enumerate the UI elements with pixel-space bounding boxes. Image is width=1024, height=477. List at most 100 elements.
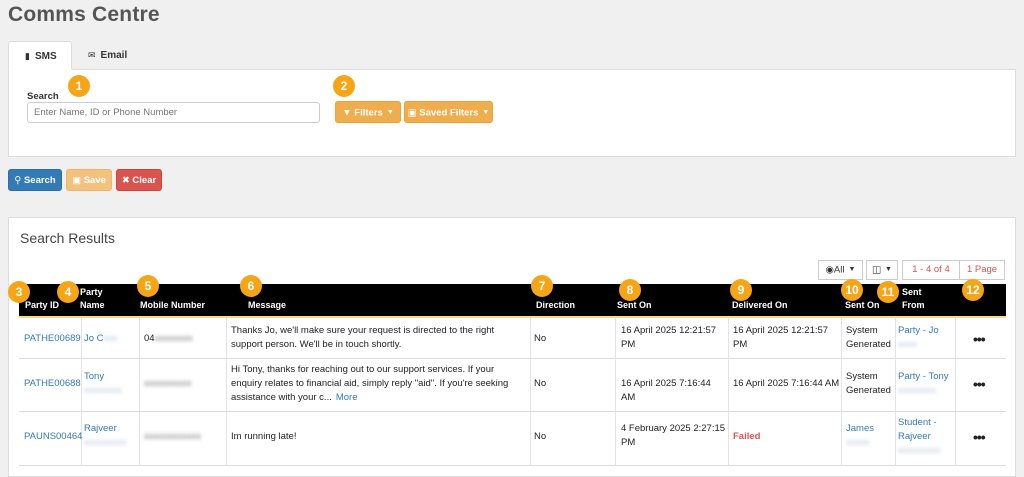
redacted-text: xxxxxxxx	[898, 385, 936, 396]
filters-label: Filters	[354, 107, 383, 119]
delivered-on-text: 16 April 2025 7:16:44 AM	[733, 378, 840, 389]
sent-from-link[interactable]: Student - Rajveer xxxxxxxxx	[898, 416, 954, 458]
sent-on-source-text: System Generated	[846, 371, 891, 396]
party-name-text: Rajveer	[84, 423, 117, 434]
sent-from-link[interactable]: Party - Tony xxxxxxxx	[898, 370, 954, 398]
search-input[interactable]	[27, 102, 320, 123]
saved-filters-button[interactable]: ▣ Saved Filters ▼	[404, 101, 493, 123]
filters-button[interactable]: ▼ Filters ▼	[335, 101, 401, 123]
message-text: Im running late!	[231, 431, 297, 442]
results-title: Search Results	[20, 230, 115, 246]
annotation-badge: 7	[531, 275, 553, 297]
sent-on-source-text: James	[846, 423, 874, 434]
sent-from-text: Party - Tony	[898, 371, 949, 382]
redacted-text: xxxx	[898, 339, 917, 350]
chevron-down-icon: ▼	[848, 266, 856, 273]
mobile-number: xxxxxxxxxxxx	[144, 430, 201, 444]
eye-icon: ◉	[825, 264, 834, 276]
chevron-down-icon: ▼	[482, 109, 490, 116]
redacted-text: xxxxxxxx	[84, 385, 122, 396]
search-label: Search	[27, 91, 59, 102]
annotation-badge: 5	[137, 275, 159, 297]
search-button-label: Search	[23, 175, 56, 186]
search-button[interactable]: ⚲ Search	[8, 169, 62, 191]
direction-text: No	[534, 333, 547, 344]
party-name-text: Jo C	[84, 333, 104, 344]
col-sent-from[interactable]: Sent From	[902, 286, 942, 312]
col-party-name[interactable]: Party Name	[80, 286, 120, 312]
floppy-disk-icon: ▣	[407, 107, 417, 119]
chevron-down-icon: ▼	[386, 109, 394, 116]
clear-button[interactable]: ✖ Clear	[116, 169, 162, 191]
redacted-text: xxxxxxxxx	[898, 445, 941, 456]
party-id-link[interactable]: PATHE00688	[24, 377, 81, 391]
annotation-badge: 2	[333, 75, 355, 97]
party-name-text: Tony	[84, 371, 105, 382]
sent-on-source-text: System Generated	[846, 325, 891, 350]
sent-from-link[interactable]: Party - Jo xxxx	[898, 324, 954, 352]
annotation-badge: 4	[57, 281, 79, 303]
floppy-disk-icon: ▣	[72, 175, 82, 186]
annotation-badge: 1	[68, 75, 90, 97]
redacted-text: xxxxx	[846, 437, 870, 448]
annotation-badge: 6	[240, 275, 262, 297]
tab-email-label: Email	[100, 50, 128, 61]
annotation-badge: 8	[619, 279, 641, 301]
annotation-badge: 10	[841, 279, 863, 301]
annotation-badge: 3	[8, 281, 30, 303]
sent-on-text: 4 February 2025 2:27:15 PM	[621, 423, 726, 448]
sent-on-text: 16 April 2025 12:21:57 PM	[621, 325, 717, 350]
sent-from-text: Party - Jo	[898, 325, 939, 336]
direction-text: No	[534, 378, 547, 389]
col-message[interactable]: Message	[248, 299, 286, 312]
tab-sms-label: SMS	[34, 51, 57, 62]
saved-filters-label: Saved Filters	[419, 107, 479, 119]
message-text: Hi Tony, thanks for reaching out to our …	[231, 363, 527, 405]
party-name-link[interactable]: Tony xxxxxxxx	[84, 370, 138, 398]
tab-sms[interactable]: ▮ SMS	[8, 41, 72, 70]
page-title: Comms Centre	[8, 3, 160, 26]
message-text: Thanks Jo, we'll make sure your request …	[231, 325, 495, 350]
filter-icon: ▼	[342, 107, 352, 119]
mobile-number: xxxxxxxxxx	[144, 377, 192, 391]
redacted-text: xxxxxxxxxxxx	[144, 431, 201, 442]
view-all-label: All	[833, 264, 845, 276]
row-actions-icon[interactable]: •••	[973, 331, 986, 347]
close-icon: ✖	[121, 175, 130, 186]
pagination-pages[interactable]: 1 Page	[959, 260, 1005, 280]
more-link[interactable]: More	[336, 392, 358, 403]
party-name-link[interactable]: Jo Cxxx	[84, 332, 118, 346]
redacted-text: xxxxxxxxxx	[144, 378, 192, 389]
clear-button-label: Clear	[132, 175, 157, 186]
col-sent-on[interactable]: Sent On	[617, 299, 652, 312]
redacted-text: xxx	[103, 333, 118, 344]
col-direction[interactable]: Direction	[536, 299, 575, 312]
sent-from-text: Student - Rajveer	[898, 417, 937, 442]
chevron-down-icon: ▼	[885, 266, 892, 273]
row-actions-icon[interactable]: •••	[973, 376, 986, 392]
redacted-text: xxxxxxxx	[154, 333, 193, 344]
mobile-number: 04xxxxxxxx	[144, 332, 193, 346]
party-id-link[interactable]: PATHE00689	[24, 332, 81, 346]
search-panel: Search ▼ Filters▼ ▣ Saved Filters▼	[8, 69, 1016, 157]
view-all-dropdown[interactable]: ◉All ▼	[818, 260, 863, 280]
message-body: Hi Tony, thanks for reaching out to our …	[231, 364, 509, 403]
row-actions-icon[interactable]: •••	[973, 429, 986, 445]
delivered-on-text: 16 April 2025 12:21:57 PM	[733, 325, 829, 350]
pagination-range: 1 - 4 of 4	[902, 260, 960, 280]
mobile-text: 04	[144, 333, 155, 344]
party-name-link[interactable]: Rajveer xxxxxxxxx	[84, 422, 138, 450]
tab-email[interactable]: ✉ Email	[72, 41, 142, 70]
col-mobile-number[interactable]: Mobile Number	[140, 299, 205, 312]
envelope-icon: ✉	[88, 50, 96, 60]
annotation-badge: 9	[730, 279, 752, 301]
sent-on-source-link[interactable]: James xxxxx	[846, 422, 892, 450]
redacted-text: xxxxxxxxx	[84, 437, 127, 448]
save-button[interactable]: ▣ Save	[66, 169, 112, 191]
columns-toggle[interactable]: ◫ ▼	[866, 260, 898, 280]
party-id-link[interactable]: PAUNS00464	[24, 430, 82, 444]
col-party-id[interactable]: Party ID	[25, 299, 59, 312]
save-button-label: Save	[83, 175, 106, 186]
chat-bubble-icon: ▮	[25, 51, 30, 61]
delivery-failed-status: Failed	[733, 431, 761, 442]
